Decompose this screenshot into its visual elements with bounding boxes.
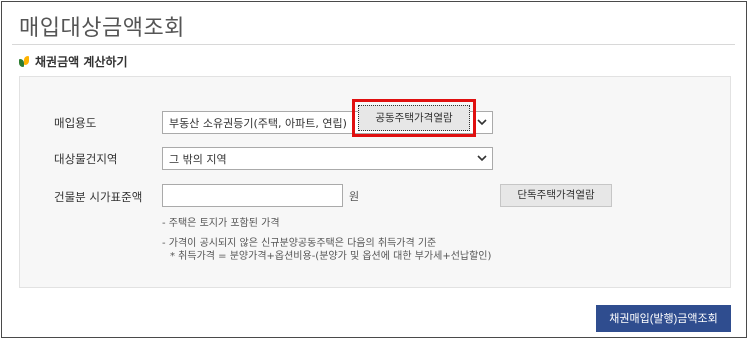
chevron-down-icon <box>477 151 487 165</box>
usage-selected-value: 부동산 소유권등기(주택, 아파트, 연립) <box>169 117 347 130</box>
price-label: 건물분 시가표준액 <box>54 190 143 204</box>
focus-highlight: 공동주택가격열람 <box>352 99 476 137</box>
apartment-price-button[interactable]: 공동주택가격열람 <box>358 105 470 131</box>
region-label: 대상물건지역 <box>54 152 118 166</box>
note-land-included: - 주택은 토지가 포함된 가격 <box>162 218 280 229</box>
usage-label: 매입용도 <box>54 116 97 130</box>
price-unit: 원 <box>349 190 360 203</box>
page-title: 매입대상금액조회 <box>19 16 185 41</box>
section-heading-label: 채권금액 계산하기 <box>35 54 128 69</box>
title-divider <box>12 44 735 45</box>
region-select[interactable]: 그 밖의 지역 <box>162 147 493 170</box>
detached-price-button[interactable]: 단독주택가격열람 <box>500 184 612 207</box>
leaf-icon <box>19 55 30 67</box>
chevron-down-icon <box>477 115 487 129</box>
section-heading: 채권금액 계산하기 <box>19 52 128 70</box>
bond-amount-lookup-button[interactable]: 채권매입(발행)금액조회 <box>596 305 731 332</box>
price-input[interactable] <box>162 184 343 207</box>
region-selected-value: 그 밖의 지역 <box>169 153 227 166</box>
note-acquisition-formula: * 취득가격 = 분양가격+옵션비용-(분양가 및 옵션에 대한 부가세+선납할… <box>170 251 492 262</box>
